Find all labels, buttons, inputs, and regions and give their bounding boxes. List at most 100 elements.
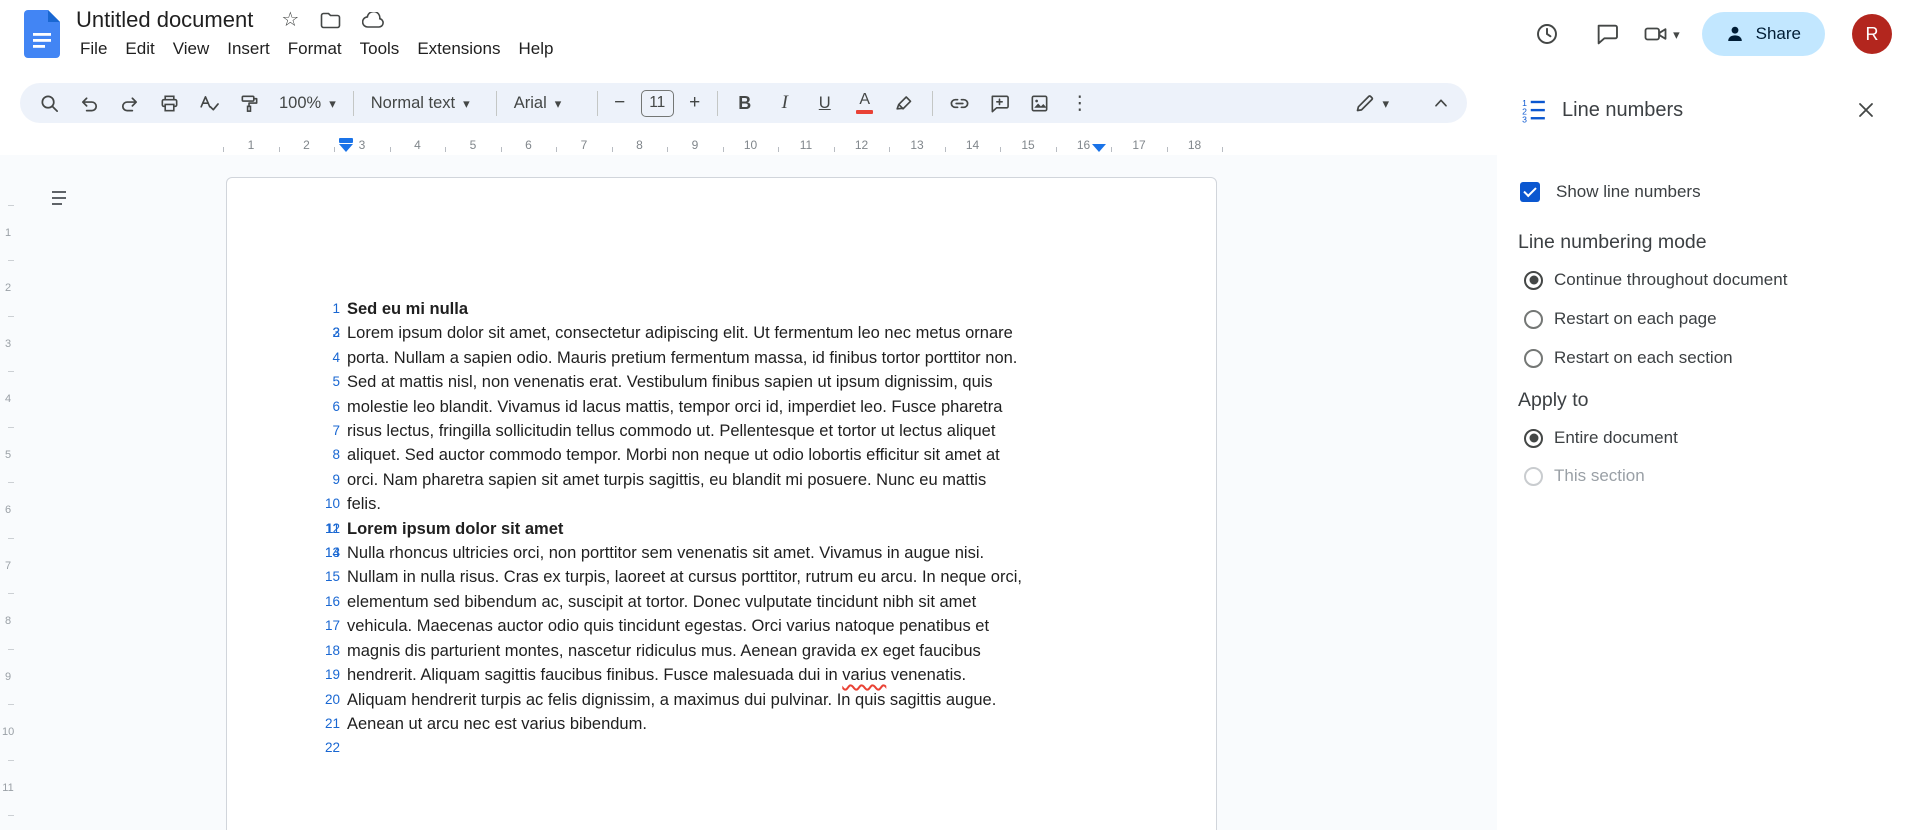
document-page[interactable]: 1 Sed eu mi nulla 2 3 Lorem ipsum dolor sit …: [226, 177, 1217, 830]
menu-file[interactable]: File: [71, 36, 116, 62]
minus-icon: −: [614, 92, 626, 113]
font-select[interactable]: Arial ▾: [504, 86, 590, 120]
right-indent-marker[interactable]: [1092, 143, 1106, 152]
show-outline-button[interactable]: [46, 185, 76, 211]
numbering-mode-option[interactable]: Restart on each section: [1524, 340, 1733, 376]
star-icon[interactable]: ☆: [281, 10, 299, 30]
ruler-tick: [8, 371, 14, 373]
redo-button[interactable]: [109, 86, 149, 120]
print-button[interactable]: [149, 86, 189, 120]
chevron-down-icon: ▾: [1382, 95, 1389, 111]
font-size-input[interactable]: 11: [640, 89, 674, 117]
document-line[interactable]: 16 elementum sed bibendum ac, suscipit at…: [227, 590, 1216, 614]
highlight-color-button[interactable]: [885, 86, 925, 120]
ruler-number: 4: [4, 393, 12, 405]
ruler-number: 11: [2, 781, 14, 794]
menu-tools[interactable]: Tools: [351, 36, 409, 62]
document-line[interactable]: 7 risus lectus, fringilla sollicitudin te…: [227, 419, 1216, 443]
document-line[interactable]: 1 Sed eu mi nulla: [227, 297, 1216, 321]
ruler-tick: [1111, 147, 1113, 152]
menu-help[interactable]: Help: [509, 36, 562, 62]
menu-format[interactable]: Format: [279, 36, 351, 62]
version-history-button[interactable]: [1525, 12, 1569, 56]
radio-label: Entire document: [1554, 428, 1678, 447]
paint-roller-icon: [241, 95, 257, 112]
meet-button[interactable]: ▾: [1643, 22, 1680, 46]
show-line-numbers-row[interactable]: Show line numbers: [1520, 172, 1701, 212]
more-options-button[interactable]: ⋮: [1060, 86, 1100, 120]
numbering-mode-option[interactable]: Restart on each page: [1524, 301, 1717, 337]
undo-button[interactable]: [69, 86, 109, 120]
document-line[interactable]: 5 Sed at mattis nisl, non venenatis erat.…: [227, 370, 1216, 394]
paint-format-button[interactable]: [229, 86, 269, 120]
menu-view[interactable]: View: [164, 36, 219, 62]
bold-button[interactable]: B: [725, 86, 765, 120]
first-line-indent-marker[interactable]: [339, 138, 353, 143]
left-indent-marker[interactable]: [339, 138, 353, 152]
apply-to-option[interactable]: Entire document: [1524, 420, 1678, 456]
document-line[interactable]: 8 aliquet. Sed auctor commodo tempor. Mor…: [227, 443, 1216, 467]
ruler-tick: [611, 147, 613, 152]
document-line[interactable]: 20 Aliquam hendrerit turpis ac felis dign…: [227, 688, 1216, 712]
ruler-number: 5: [469, 138, 477, 152]
document-line[interactable]: 19 hendrerit. Aliquam sagittis faucibus f…: [227, 663, 1216, 687]
document-line[interactable]: 9 orci. Nam pharetra sapien sit amet turp…: [227, 468, 1216, 492]
ruler-tick: [8, 704, 14, 706]
document-line[interactable]: 4 porta. Nullam a sapien odio. Mauris pre…: [227, 346, 1216, 370]
document-line[interactable]: 17 vehicula. Maecenas auctor odio quis ti…: [227, 614, 1216, 638]
italic-button[interactable]: I: [765, 86, 805, 120]
document-line[interactable]: 6 molestie leo blandit. Vivamus id lacus …: [227, 395, 1216, 419]
increase-font-size-button[interactable]: +: [680, 86, 710, 120]
horizontal-ruler[interactable]: 1 2 3 4 5 6 7 8 9 10 11 12 13 14 15 16 17 18: [0, 136, 1497, 155]
ruler-number: 2: [303, 138, 310, 152]
line-number: 3: [332, 325, 340, 341]
line-text: molestie leo blandit. Vivamus id lacus m…: [347, 397, 1003, 416]
apply-section-title: Apply to: [1518, 389, 1589, 411]
line-number: 1: [332, 301, 340, 316]
comments-button[interactable]: [1585, 12, 1629, 56]
underline-button[interactable]: U: [805, 86, 845, 120]
document-line[interactable]: 12 Lorem ipsum dolor sit amet: [227, 517, 1216, 541]
document-line[interactable]: 10 felis.: [227, 492, 1216, 516]
menu-extensions[interactable]: Extensions: [408, 36, 509, 62]
numbering-mode-option[interactable]: Continue throughout document: [1524, 262, 1787, 298]
search-menus-button[interactable]: [29, 86, 69, 120]
docs-logo-icon[interactable]: [24, 10, 60, 58]
document-line[interactable]: 18 magnis dis parturient montes, nascetur…: [227, 639, 1216, 663]
menubar: File Edit View Insert Format Tools Extensions H…: [71, 36, 562, 62]
ruler-tick: [1222, 147, 1224, 152]
ruler-number: 9: [691, 138, 699, 152]
zoom-select[interactable]: 100% ▾: [269, 86, 346, 120]
paragraph-style-select[interactable]: Normal text ▾: [361, 86, 489, 120]
hide-menus-button[interactable]: [1429, 86, 1453, 120]
underline-icon: U: [818, 93, 831, 112]
spell-check-icon: [200, 95, 219, 111]
ruler-tick: [1055, 147, 1057, 152]
insert-image-button[interactable]: [1020, 86, 1060, 120]
menu-edit[interactable]: Edit: [116, 36, 163, 62]
ruler-number: 12: [854, 138, 869, 152]
close-panel-button[interactable]: [1853, 97, 1879, 123]
document-line[interactable]: 21 Aenean ut arcu nec est varius bibendum…: [227, 712, 1216, 736]
editing-mode-select[interactable]: ▾: [1354, 92, 1389, 114]
account-avatar[interactable]: R: [1852, 14, 1892, 54]
document-line[interactable]: 15 Nullam in nulla risus. Cras ex turpis,…: [227, 565, 1216, 589]
spell-check-button[interactable]: [189, 86, 229, 120]
insert-link-button[interactable]: [940, 86, 980, 120]
document-title[interactable]: Untitled document: [76, 7, 253, 33]
ruler-tick: [8, 593, 14, 595]
move-folder-icon[interactable]: [320, 12, 341, 29]
ruler-tick: [8, 759, 14, 761]
menu-insert[interactable]: Insert: [218, 36, 279, 62]
ruler-tick: [8, 648, 14, 650]
add-comment-button[interactable]: [980, 86, 1020, 120]
decrease-font-size-button[interactable]: −: [605, 86, 635, 120]
text-color-button[interactable]: A: [845, 86, 885, 120]
document-line[interactable]: 3 Lorem ipsum dolor sit amet, consectetur…: [227, 321, 1216, 345]
document-line[interactable]: 14 Nulla rhoncus ultricies orci, non port…: [227, 541, 1216, 565]
show-line-numbers-checkbox[interactable]: [1520, 182, 1540, 202]
svg-text:3: 3: [1522, 114, 1527, 123]
cloud-status-icon[interactable]: [362, 11, 385, 29]
ruler-number: 1: [247, 138, 255, 152]
share-button[interactable]: Share: [1701, 12, 1825, 56]
